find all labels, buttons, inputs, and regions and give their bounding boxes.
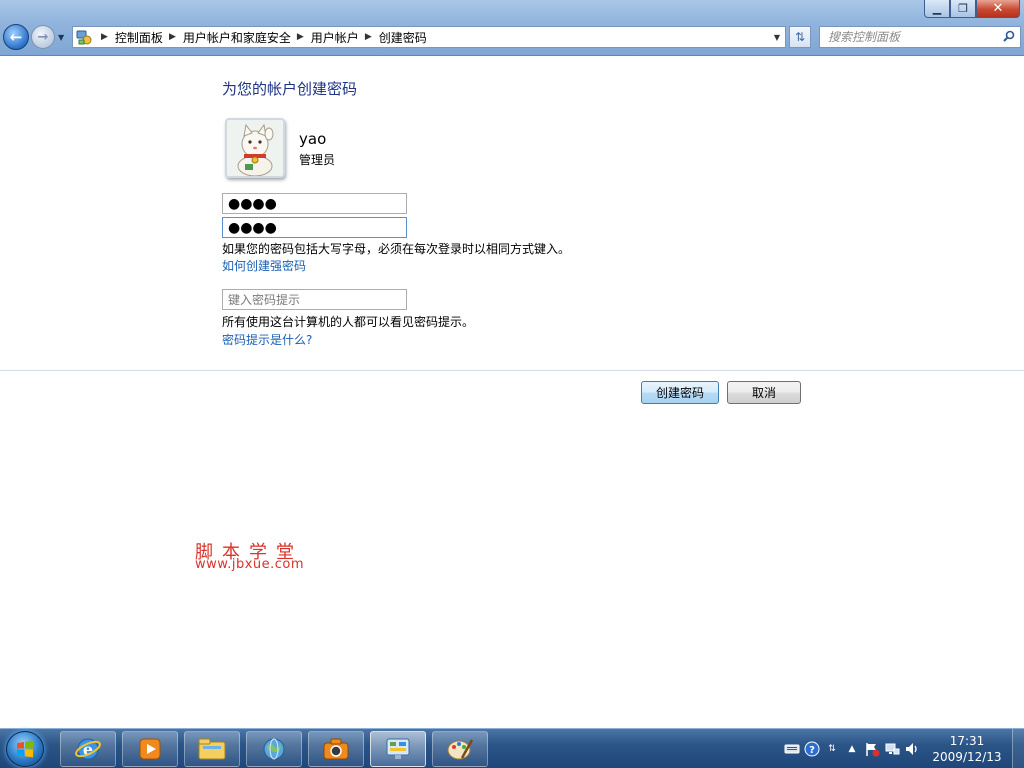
caps-warning-text: 如果您的密码包括大写字母，必须在每次登录时以相同方式键入。 — [222, 242, 571, 256]
search-box[interactable] — [819, 26, 1021, 48]
password-hint-help-link[interactable]: 密码提示是什么? — [222, 331, 312, 348]
watermark-url: www.jbxue.com — [195, 557, 305, 572]
taskbar-camera[interactable] — [308, 731, 364, 767]
network-icon[interactable] — [882, 739, 902, 759]
breadcrumb-user-accounts[interactable]: 用户帐户 — [311, 29, 359, 46]
user-avatar — [225, 118, 285, 178]
address-bar[interactable]: ▶ 控制面板 ▶ 用户帐户和家庭安全 ▶ 用户帐户 ▶ 创建密码 ▼ — [72, 26, 786, 48]
hint-visibility-text: 所有使用这台计算机的人都可以看见密码提示。 — [222, 315, 475, 329]
refresh-icon: ⇅ — [794, 30, 806, 44]
user-name: yao — [299, 130, 327, 148]
window-controls: ▁ ❐ ✕ — [924, 0, 1020, 18]
breadcrumb-chevron-icon[interactable]: ▶ — [365, 32, 372, 42]
breadcrumb-chevron-icon[interactable]: ▶ — [169, 32, 176, 42]
help-icon[interactable]: ? — [802, 739, 822, 759]
confirm-password-field[interactable] — [222, 217, 407, 238]
close-button[interactable]: ✕ — [976, 0, 1020, 18]
action-center-flag-icon[interactable] — [862, 739, 882, 759]
taskbar: e ? ⇅ ▲ 17:31 2009/12/13 — [0, 728, 1024, 768]
taskbar-file-explorer[interactable] — [184, 731, 240, 767]
file-explorer-icon — [198, 738, 226, 760]
network-globe-icon — [263, 738, 285, 760]
address-dropdown-icon[interactable]: ▼ — [769, 33, 785, 42]
system-clock[interactable]: 17:31 2009/12/13 — [922, 733, 1012, 765]
breadcrumb-chevron-icon[interactable]: ▶ — [297, 32, 304, 42]
cancel-button[interactable]: 取消 — [727, 381, 801, 404]
search-icon[interactable] — [1003, 30, 1015, 45]
forward-button[interactable]: → — [31, 25, 55, 49]
control-panel-icon — [386, 738, 410, 759]
breadcrumb-user-accounts-family[interactable]: 用户帐户和家庭安全 — [183, 29, 291, 46]
clock-time: 17:31 — [949, 734, 985, 748]
recent-pages-dropdown[interactable]: ▼ — [58, 33, 64, 42]
svg-text:?: ? — [809, 745, 815, 756]
language-bar-icon[interactable]: ⇅ — [822, 739, 842, 759]
taskbar-network[interactable] — [246, 731, 302, 767]
breadcrumb-control-panel[interactable]: 控制面板 — [115, 29, 163, 46]
internet-explorer-icon: e — [75, 738, 101, 760]
breadcrumb-chevron-icon[interactable]: ▶ — [101, 32, 108, 42]
show-desktop-button[interactable] — [1012, 729, 1024, 768]
create-password-button[interactable]: 创建密码 — [641, 381, 719, 404]
window-titlebar: ▁ ❐ ✕ ← → ▼ ▶ 控制面板 ▶ 用户帐户和家庭安全 ▶ 用户帐户 ▶ … — [0, 0, 1024, 56]
strong-password-link[interactable]: 如何创建强密码 — [222, 257, 306, 274]
clock-date: 2009/12/13 — [932, 750, 1002, 764]
taskbar-control-panel[interactable] — [370, 731, 426, 767]
keyboard-icon[interactable] — [782, 739, 802, 759]
start-button[interactable] — [6, 731, 44, 767]
arrow-left-icon: ← — [9, 28, 23, 46]
user-role: 管理员 — [299, 153, 336, 167]
new-password-field[interactable] — [222, 193, 407, 214]
search-input[interactable] — [828, 30, 998, 44]
page-title: 为您的帐户创建密码 — [222, 80, 358, 98]
taskbar-paint[interactable] — [432, 731, 488, 767]
show-hidden-icons-icon[interactable]: ▲ — [842, 739, 862, 759]
control-panel-icon — [73, 27, 95, 47]
breadcrumb-create-password[interactable]: 创建密码 — [379, 29, 427, 46]
minimize-button[interactable]: ▁ — [924, 0, 950, 18]
system-tray: ? ⇅ ▲ 17:31 2009/12/13 — [782, 729, 1024, 768]
media-player-icon — [139, 738, 161, 760]
maximize-button[interactable]: ❐ — [950, 0, 976, 18]
windows-logo-icon — [17, 740, 33, 758]
footer-divider — [0, 370, 1024, 371]
camera-icon — [323, 738, 349, 760]
paint-icon — [447, 739, 474, 760]
arrow-right-icon: → — [37, 29, 49, 45]
password-hint-field[interactable] — [222, 289, 407, 310]
volume-icon[interactable] — [902, 739, 922, 759]
refresh-button[interactable]: ⇅ — [789, 26, 811, 48]
screen: ▁ ❐ ✕ ← → ▼ ▶ 控制面板 ▶ 用户帐户和家庭安全 ▶ 用户帐户 ▶ … — [0, 0, 1024, 768]
taskbar-media-player[interactable] — [122, 731, 178, 767]
back-button[interactable]: ← — [3, 24, 29, 50]
taskbar-internet-explorer[interactable]: e — [60, 731, 116, 767]
lucky-cat-icon — [227, 120, 283, 176]
